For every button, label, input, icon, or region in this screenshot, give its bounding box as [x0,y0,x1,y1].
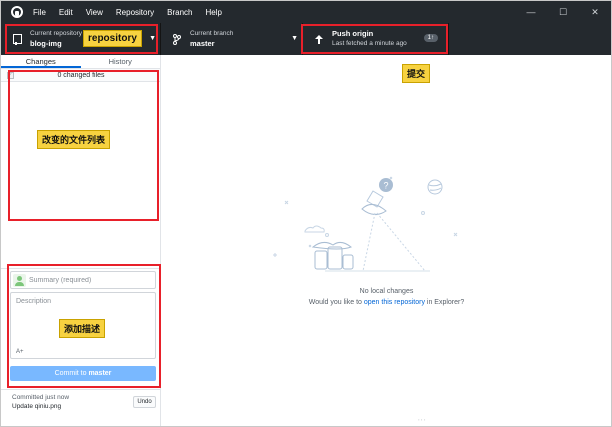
github-logo-icon [11,6,23,18]
main-panel: ? No local changes Would you like to ope… [162,55,611,426]
menu-branch[interactable]: Branch [167,8,192,17]
no-changes-illustration: ? [273,176,458,272]
minimize-button[interactable]: — [515,1,547,23]
branch-icon [170,33,184,45]
annotation-box-commit [301,24,448,54]
branch-caption: Current branch [190,30,234,37]
maximize-button[interactable]: ☐ [547,1,579,23]
empty-state-message: Would you like to open this repository i… [162,299,611,306]
branch-name: master [190,39,215,48]
menu-help[interactable]: Help [206,8,222,17]
last-commit-message: Update qiniu.png [12,403,62,410]
sidebar-tabs: Changes History [1,55,160,69]
tab-history[interactable]: History [81,55,161,68]
undo-button[interactable]: Undo [133,396,156,408]
empty-sub-prefix: Would you like to [308,299,364,306]
menu-bar: File Edit View Repository Branch Help — … [1,1,611,23]
tab-changes[interactable]: Changes [1,55,81,68]
resize-handle[interactable]: ⋅⋅⋅ [418,417,427,424]
last-commit-panel: Committed just now Update qiniu.png Undo [1,389,161,419]
current-branch-button[interactable]: Current branch master ▼ [161,23,303,55]
menu-edit[interactable]: Edit [59,8,73,17]
menu-repository[interactable]: Repository [116,8,154,17]
open-repository-link[interactable]: open this repository [364,299,425,306]
annotation-label-commit: 提交 [402,64,431,83]
svg-text:?: ? [384,181,389,191]
annotation-label-file-list: 改变的文件列表 [37,130,111,149]
empty-sub-suffix: in Explorer? [424,299,465,306]
annotation-label-description: 添加描述 [59,319,106,338]
chevron-down-icon: ▼ [291,35,298,42]
menu-file[interactable]: File [33,8,46,17]
close-button[interactable]: ✕ [579,1,611,23]
annotation-label-repository: repository [83,30,142,47]
menu-view[interactable]: View [86,8,103,17]
last-commit-time: Committed just now [12,394,70,401]
window-controls: — ☐ ✕ [515,1,611,23]
empty-state-title: No local changes [359,288,414,295]
